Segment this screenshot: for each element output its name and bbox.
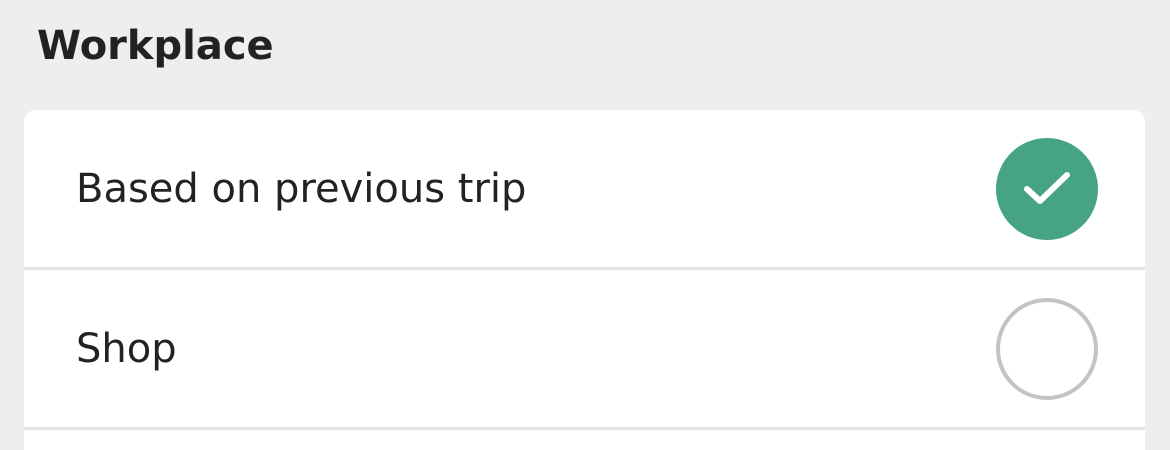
option-label: Shop <box>76 325 177 372</box>
radio-selected[interactable] <box>996 137 1098 240</box>
option-shop[interactable]: Shop <box>24 270 1145 430</box>
option-based-on-previous-trip[interactable]: Based on previous trip <box>24 110 1145 270</box>
checkmark-icon <box>1023 171 1071 207</box>
option-label: Based on previous trip <box>76 165 527 212</box>
section-title: Workplace <box>37 23 274 69</box>
options-card: Based on previous trip Shop <box>24 110 1145 450</box>
radio-unselected[interactable] <box>996 297 1098 400</box>
